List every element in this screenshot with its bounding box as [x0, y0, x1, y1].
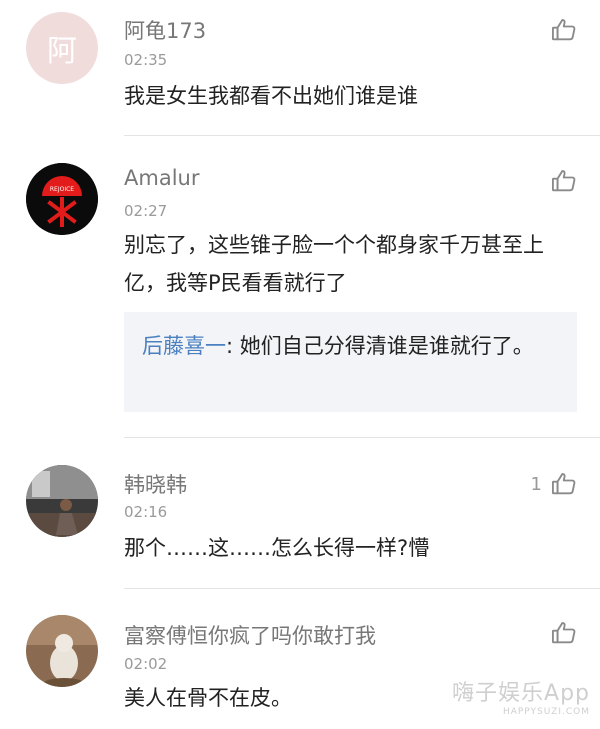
like-button[interactable]: 1 [531, 470, 578, 498]
watermark-url: HAPPYSUZI.COM [502, 707, 590, 717]
thumbs-up-icon [551, 170, 576, 192]
thumbs-up-icon [551, 19, 576, 41]
svg-text:REJOICE: REJOICE [50, 186, 74, 193]
username[interactable]: Amalur [124, 166, 199, 190]
like-count: 1 [530, 473, 542, 495]
avatar[interactable]: 阿 [26, 12, 98, 84]
avatar[interactable] [26, 465, 98, 537]
watermark: 嗨子娱乐App HAPPYSUZI.COM [452, 675, 590, 717]
reply-separator: : [226, 334, 234, 358]
avatar[interactable]: REJOICE [26, 163, 98, 235]
thumbs-up-icon [551, 473, 576, 495]
comment-item: REJOICE Amalur 02:27 别忘了，这些锥子脸一个个都身家千万甚至… [0, 136, 600, 436]
comment-text: 那个……这……怎么长得一样?懵 [124, 536, 430, 560]
avatar-initial: 阿 [47, 34, 77, 69]
comment-item: 阿 阿龟173 02:35 我是女生我都看不出她们谁是谁 [0, 0, 600, 135]
comment-item: 韩晓韩 02:16 那个……这……怎么长得一样?懵 1 [0, 438, 600, 588]
like-button[interactable] [542, 619, 578, 647]
watermark-title: 嗨子娱乐App [452, 681, 590, 706]
comment-text: 别忘了，这些锥子脸一个个都身家千万甚至上亿，我等P民看看就行了 [124, 233, 544, 295]
avatar-photo [26, 465, 98, 537]
reply-text: 她们自己分得清谁是谁就行了。 [239, 334, 534, 358]
avatar[interactable] [26, 615, 98, 687]
comment-text: 我是女生我都看不出她们谁是谁 [124, 84, 418, 108]
avatar-logo-icon: REJOICE [26, 163, 98, 235]
comment-time: 02:16 [124, 503, 168, 521]
comment-time: 02:35 [124, 51, 168, 69]
avatar-photo [26, 615, 98, 687]
thumbs-up-icon [551, 622, 576, 644]
reply-quote[interactable]: 后藤喜一: 她们自己分得清谁是谁就行了。 [124, 312, 577, 412]
username[interactable]: 阿龟173 [124, 15, 206, 45]
comment-time: 02:02 [124, 655, 168, 673]
comment-time: 02:27 [124, 202, 168, 220]
like-button[interactable] [542, 16, 578, 44]
reply-author[interactable]: 后藤喜一 [142, 334, 226, 358]
username[interactable]: 富察傅恒你疯了吗你敢打我 [124, 620, 376, 650]
username[interactable]: 韩晓韩 [124, 469, 187, 499]
like-button[interactable] [542, 167, 578, 195]
